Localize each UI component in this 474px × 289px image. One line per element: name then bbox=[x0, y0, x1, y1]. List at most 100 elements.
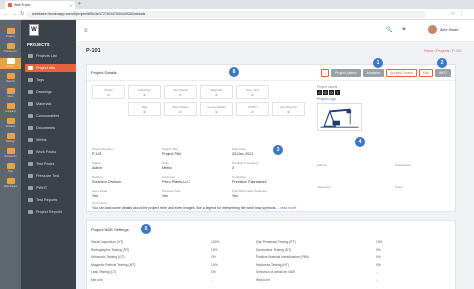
project-label-chip[interactable]: I bbox=[335, 90, 340, 95]
menu-item-pressure-test[interactable]: Pressure Test bbox=[25, 172, 76, 180]
stat-tile[interactable]: Work Packs 0 bbox=[164, 102, 197, 116]
read-more-link[interactable]: ...read more bbox=[277, 206, 296, 210]
menu-item-test-reports[interactable]: Test Reports bbox=[25, 196, 76, 204]
stat-tile[interactable]: Test Packs 0 bbox=[164, 85, 197, 99]
test-reports-icon bbox=[28, 198, 33, 202]
field-value: P-101 bbox=[92, 152, 102, 156]
field-label: Project Title bbox=[162, 147, 178, 151]
nde-test-value: - bbox=[211, 277, 213, 282]
stat-label: Test Reports bbox=[280, 104, 297, 109]
app-nav-help[interactable]: Help bbox=[4, 163, 17, 174]
app-nav-data-sheets[interactable]: Data Sheets bbox=[4, 178, 17, 189]
menu-item-projects-list[interactable]: Projects List bbox=[25, 52, 76, 60]
menu-item-pwht[interactable]: PWHT bbox=[25, 184, 76, 192]
stat-tile[interactable]: PWHT 0 bbox=[236, 102, 269, 116]
browser-nav-icons[interactable]: ←→↻ bbox=[4, 11, 27, 17]
badge-5: 5 bbox=[141, 224, 151, 234]
breadcrumb-projects[interactable]: Projects bbox=[436, 49, 449, 53]
nde-test-value: 10% bbox=[211, 262, 218, 267]
card-title: Project Details bbox=[91, 70, 117, 75]
stat-value: 0 bbox=[143, 92, 146, 97]
menu-item-materials[interactable]: Materials bbox=[25, 100, 76, 108]
nde-test-value: 0% bbox=[376, 262, 381, 267]
project-field: Status Active bbox=[92, 161, 162, 175]
app-nav-procedures[interactable]: Procedures bbox=[4, 43, 17, 54]
field-label: Pressure Test bbox=[162, 189, 181, 193]
browser-menu-icon[interactable]: ☆⋮ bbox=[451, 11, 468, 17]
project-logo-link[interactable]: Project Logo bbox=[317, 97, 452, 101]
nde-test-name: Selection of welds for NDE bbox=[256, 270, 296, 274]
nde-settings-card: Project NDE Settings 5 Visual Inspection… bbox=[86, 220, 456, 289]
new-tab-icon[interactable]: + bbox=[78, 1, 81, 7]
app-nav-company[interactable]: Company bbox=[4, 103, 17, 114]
breadcrumb-home[interactable]: Home bbox=[424, 49, 434, 53]
project-label-chip[interactable]: O bbox=[329, 90, 334, 95]
stat-tile[interactable]: Consumables 0 bbox=[200, 102, 233, 116]
stat-tile[interactable]: Welds 0 bbox=[92, 85, 125, 99]
menu-item-project-reports[interactable]: Project Reports bbox=[25, 208, 76, 216]
menu-item-label: Welds bbox=[36, 138, 47, 142]
people-label: Users bbox=[395, 185, 403, 189]
app-logo[interactable]: W bbox=[29, 24, 39, 36]
close-tab-icon[interactable]: × bbox=[70, 3, 72, 8]
stat-tile[interactable]: Pipe. Test 0 bbox=[236, 85, 269, 99]
menu-item-tags[interactable]: Tags bbox=[25, 76, 76, 84]
project-menu-title: PROJECTS bbox=[27, 42, 50, 47]
nde-test-name: Weld unit bbox=[256, 277, 270, 282]
project-label-chip[interactable]: S bbox=[323, 90, 328, 95]
people-fields: Admins Supervisors Inspectors Users bbox=[317, 163, 452, 207]
app-nav-reports[interactable]: Reports bbox=[4, 73, 17, 84]
access-control-button[interactable]: Access Control bbox=[386, 69, 418, 77]
breadcrumb-current: P-101 bbox=[452, 49, 462, 53]
field-value: Yes bbox=[232, 194, 239, 198]
menu-item-work-packs[interactable]: Work Packs bbox=[25, 148, 76, 156]
app-nav-projects[interactable]: Projects bbox=[4, 28, 17, 39]
edit-button[interactable]: Edit bbox=[419, 69, 433, 77]
menu-item-documents[interactable]: Documents bbox=[25, 124, 76, 132]
user-name[interactable]: Alex Smart bbox=[440, 28, 459, 32]
stat-value: 0 bbox=[107, 92, 110, 97]
stat-tile[interactable]: Tags 0 bbox=[128, 102, 161, 116]
project-fields: Project Number P-101 Project Title Project … bbox=[92, 147, 302, 203]
info-button[interactable]: INFO bbox=[434, 69, 451, 77]
tab-title: WebTrace bbox=[14, 3, 31, 7]
menu-item-label: Test Reports bbox=[36, 198, 58, 202]
project-labels-button[interactable]: Project Labels bbox=[331, 69, 361, 77]
menu-item-test-packs[interactable]: Test Packs bbox=[25, 160, 76, 168]
analytics-button[interactable]: Analytics bbox=[362, 69, 385, 77]
stat-tile[interactable]: Drawings 0 bbox=[128, 85, 161, 99]
avatar[interactable] bbox=[428, 25, 437, 34]
field-label: Customer bbox=[162, 175, 176, 179]
header-icons[interactable]: 🔍 ⚑ bbox=[386, 27, 410, 33]
app-nav-documents[interactable]: Documents bbox=[4, 148, 17, 159]
app-nav-label: Project bbox=[6, 65, 15, 68]
badge-1: 1 bbox=[373, 58, 383, 68]
browser-toolbar: ←→↻ webtrace.herokuapp.com/#/project/6f5… bbox=[0, 9, 474, 20]
app-nav-contacts[interactable]: Contacts bbox=[4, 118, 17, 129]
labels-title: Project Labels bbox=[317, 85, 338, 89]
app-nav-settings[interactable]: Settings bbox=[4, 133, 17, 144]
drawings-icon bbox=[28, 90, 33, 94]
hamburger-icon[interactable]: ≡ bbox=[84, 28, 88, 34]
browser-tab[interactable]: WebTrace × bbox=[5, 1, 75, 9]
data-sheets-icon bbox=[6, 178, 15, 184]
project-icon bbox=[6, 58, 15, 64]
project-label-chip[interactable]: C bbox=[317, 90, 322, 95]
app-nav-project[interactable]: Project bbox=[0, 58, 21, 69]
project-field: Project Number P-101 bbox=[92, 147, 162, 161]
app-nav-label: Help bbox=[8, 170, 13, 173]
back-button[interactable]: ← bbox=[321, 69, 330, 77]
nde-test-value: - bbox=[376, 270, 378, 274]
menu-item-welds[interactable]: Welds bbox=[25, 136, 76, 144]
stat-tile bbox=[92, 102, 125, 116]
project-field: Division Southern Division bbox=[92, 175, 162, 189]
menu-item-project-info[interactable]: Project Info bbox=[25, 64, 76, 72]
app-nav-users[interactable]: Users bbox=[4, 88, 17, 99]
stat-tile[interactable]: Test Reports 0 bbox=[272, 102, 305, 116]
field-label: Contractor bbox=[232, 175, 247, 179]
menu-item-consumables[interactable]: Consumables bbox=[25, 112, 76, 120]
stat-tile[interactable]: Materials 0 bbox=[200, 85, 233, 99]
address-bar[interactable]: webtrace.herokuapp.com/#/project/6f5c3e4… bbox=[26, 11, 426, 18]
stat-value: 0 bbox=[179, 92, 182, 97]
menu-item-drawings[interactable]: Drawings bbox=[25, 88, 76, 96]
